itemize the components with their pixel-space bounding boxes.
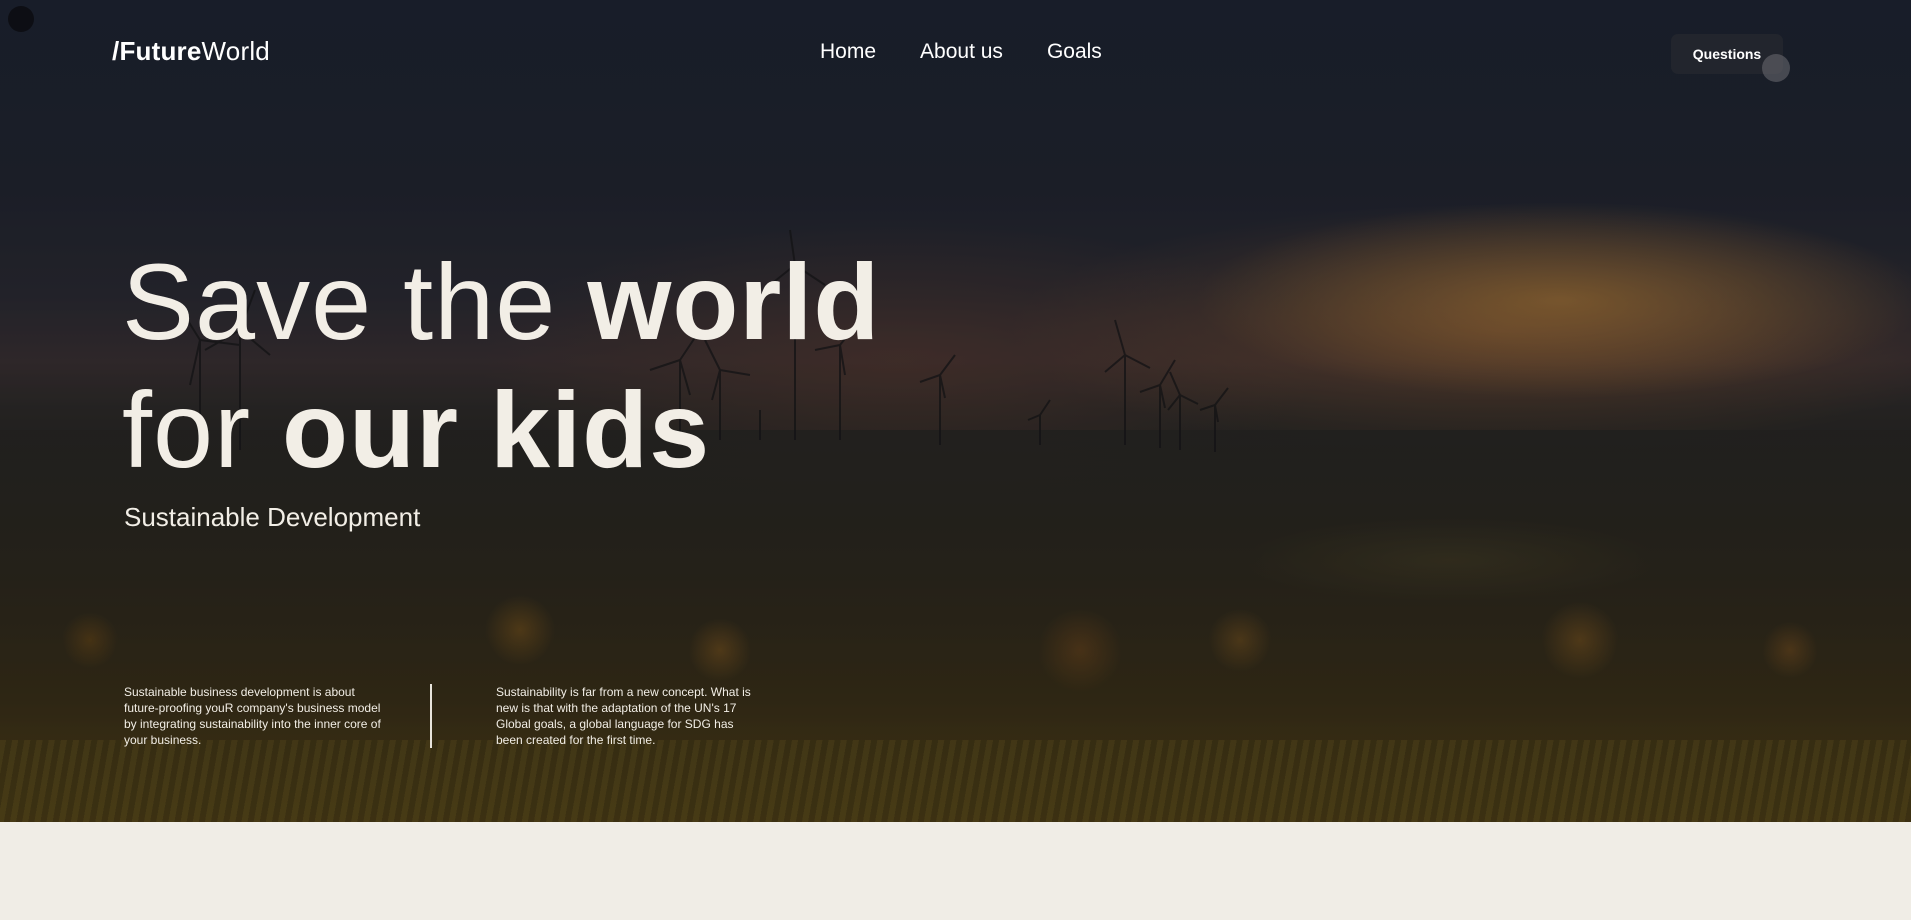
brand-logo[interactable]: /FutureWorld	[112, 36, 270, 67]
hero-subtitle: Sustainable Development	[124, 502, 421, 532]
nav-link-home[interactable]: Home	[820, 40, 876, 64]
headline-line2-thin: for	[122, 369, 283, 490]
cursor-ring	[1762, 54, 1790, 82]
blurb-right: Sustainability is far from a new concept…	[496, 685, 751, 747]
logo-light-text: World	[201, 36, 270, 66]
headline-line1-bold: world	[587, 241, 881, 362]
main-nav: Home About us Goals	[820, 40, 1102, 64]
nav-link-about-us[interactable]: About us	[920, 40, 1003, 64]
hero-section: /FutureWorld Home About us Goals Questio…	[0, 0, 1911, 822]
headline-line2-bold: our kids	[282, 369, 711, 490]
blurb-divider	[430, 684, 432, 748]
headline-line1-thin: Save the	[122, 241, 588, 362]
blurb-left: Sustainable business development is abou…	[124, 685, 381, 747]
logo-bold-text: Future	[119, 36, 202, 66]
nav-link-goals[interactable]: Goals	[1047, 40, 1102, 64]
corner-dot	[8, 6, 34, 32]
next-section	[0, 822, 1911, 920]
hero-headline: Save the world for our kids	[122, 238, 880, 494]
